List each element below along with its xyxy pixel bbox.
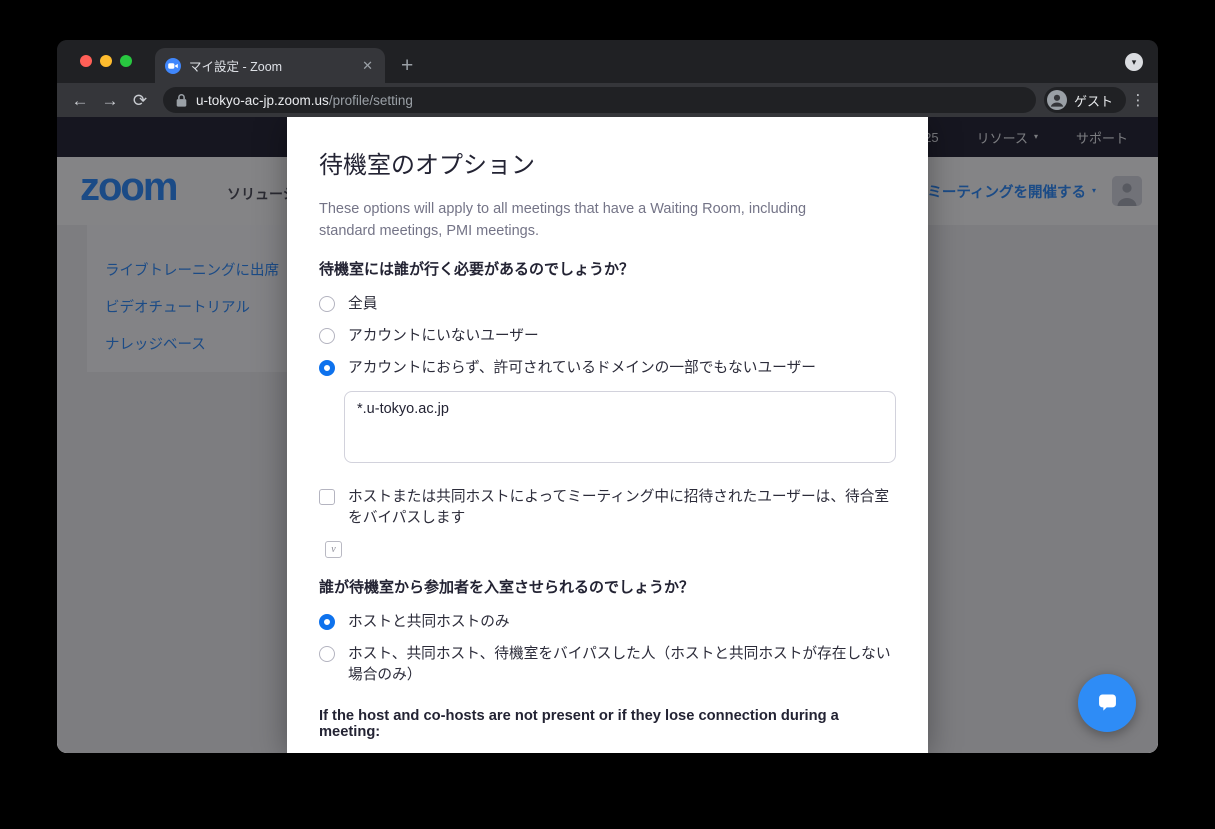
- radio-users-not-in-account[interactable]: アカウントにいないユーザー: [319, 326, 896, 347]
- address-bar[interactable]: u-tokyo-ac-jp.zoom.us/profile/setting: [163, 87, 1036, 113]
- broken-image-icon: v: [325, 541, 342, 558]
- radio-host-cohosts-only[interactable]: ホストと共同ホストのみ: [319, 612, 896, 633]
- dialog-description: These options will apply to all meetings…: [319, 198, 864, 242]
- allowed-domains-input[interactable]: *.u-tokyo.ac.jp: [344, 391, 896, 463]
- radio-icon: [319, 360, 335, 376]
- q3-label: If the host and co-hosts are not present…: [319, 708, 896, 740]
- minimize-window-button[interactable]: [100, 55, 112, 67]
- radio-icon: [319, 296, 335, 312]
- url-host: u-tokyo-ac-jp.zoom.us: [196, 93, 329, 108]
- page-viewport: 88.799.0125 リソース ▾ サポート zoom ソリューシ ミーティン…: [57, 117, 1158, 753]
- bypass-waiting-room-checkbox[interactable]: ホストまたは共同ホストによってミーティング中に招待されたユーザーは、待合室をバイ…: [319, 487, 896, 529]
- radio-icon: [319, 646, 335, 662]
- radio-everyone[interactable]: 全員: [319, 294, 896, 315]
- url-path: /profile/setting: [329, 93, 413, 108]
- window-controls: [80, 55, 132, 67]
- checkbox-icon: [319, 489, 335, 505]
- tab-close-icon[interactable]: ✕: [360, 57, 375, 74]
- reload-button[interactable]: ⟳: [125, 92, 155, 109]
- q2-label: 誰が待機室から参加者を入室させられるのでしょうか？: [319, 576, 896, 597]
- zoom-favicon-icon: [165, 58, 181, 74]
- dialog-title: 待機室のオプション: [319, 117, 896, 180]
- tab-search-chevron-icon[interactable]: ▾: [1125, 53, 1143, 71]
- q1-label: 待機室には誰が行く必要があるのでしょうか？: [319, 258, 896, 279]
- tab-title: マイ設定 - Zoom: [189, 56, 352, 75]
- radio-icon: [319, 328, 335, 344]
- waiting-room-options-dialog: 待機室のオプション These options will apply to al…: [287, 117, 928, 753]
- browser-window: マイ設定 - Zoom ✕ + ▾ ← → ⟳ u-tokyo-ac-jp.zo…: [57, 40, 1158, 753]
- person-icon: [1047, 90, 1067, 110]
- browser-tab[interactable]: マイ設定 - Zoom ✕: [155, 48, 385, 83]
- profile-guest-button[interactable]: ゲスト: [1044, 87, 1126, 113]
- browser-menu-icon[interactable]: ⋮: [1126, 91, 1150, 109]
- forward-button[interactable]: →: [95, 92, 125, 109]
- back-button[interactable]: ←: [65, 92, 95, 109]
- tab-strip: マイ設定 - Zoom ✕ + ▾: [57, 40, 1158, 83]
- chat-bubble-icon: [1094, 690, 1121, 717]
- lock-icon[interactable]: [176, 93, 187, 107]
- browser-toolbar: ← → ⟳ u-tokyo-ac-jp.zoom.us/profile/sett…: [57, 83, 1158, 117]
- chat-fab-button[interactable]: [1078, 674, 1136, 732]
- radio-icon: [319, 614, 335, 630]
- guest-label: ゲスト: [1074, 91, 1113, 110]
- close-window-button[interactable]: [80, 55, 92, 67]
- radio-host-cohosts-bypassers[interactable]: ホスト、共同ホスト、待機室をバイパスした人（ホストと共同ホストが存在しない場合の…: [319, 644, 896, 686]
- zoom-window-button[interactable]: [120, 55, 132, 67]
- radio-users-not-in-allowed-domains[interactable]: アカウントにおらず、許可されているドメインの一部でもないユーザー: [319, 358, 896, 379]
- new-tab-button[interactable]: +: [401, 55, 413, 76]
